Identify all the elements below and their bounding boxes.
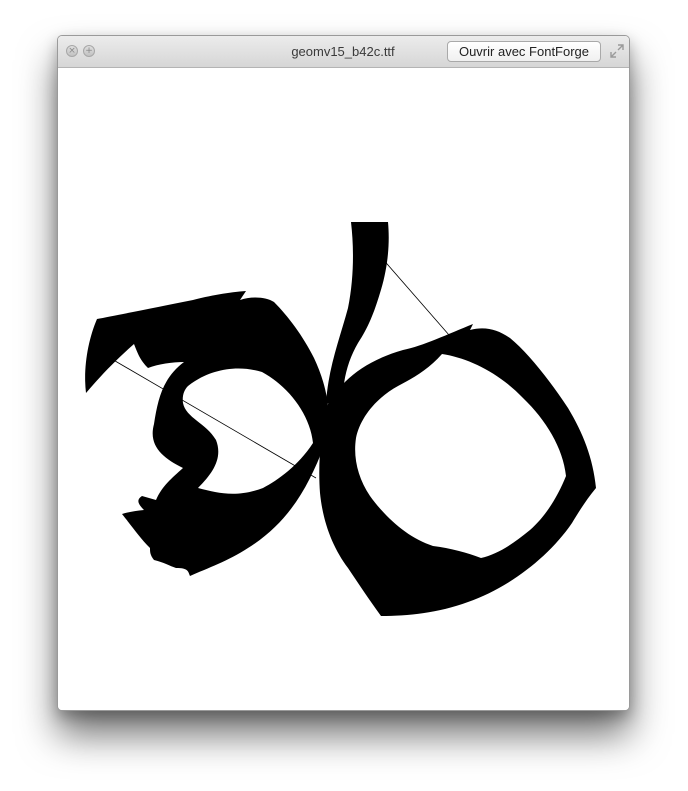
close-icon: × xyxy=(68,46,76,56)
open-with-fontforge-button[interactable]: Ouvrir avec FontForge xyxy=(447,41,601,62)
window-title: geomv15_b42c.ttf xyxy=(291,44,395,59)
fullscreen-icon[interactable] xyxy=(610,44,624,58)
font-preview-canvas xyxy=(58,68,629,710)
window-titlebar[interactable]: × + geomv15_b42c.ttf Ouvrir avec FontFor… xyxy=(58,36,629,68)
zoom-icon: + xyxy=(85,46,93,56)
glyph-preview xyxy=(85,222,596,616)
close-button[interactable]: × xyxy=(66,45,78,57)
zoom-button[interactable]: + xyxy=(83,45,95,57)
preview-window: × + geomv15_b42c.ttf Ouvrir avec FontFor… xyxy=(57,35,630,711)
